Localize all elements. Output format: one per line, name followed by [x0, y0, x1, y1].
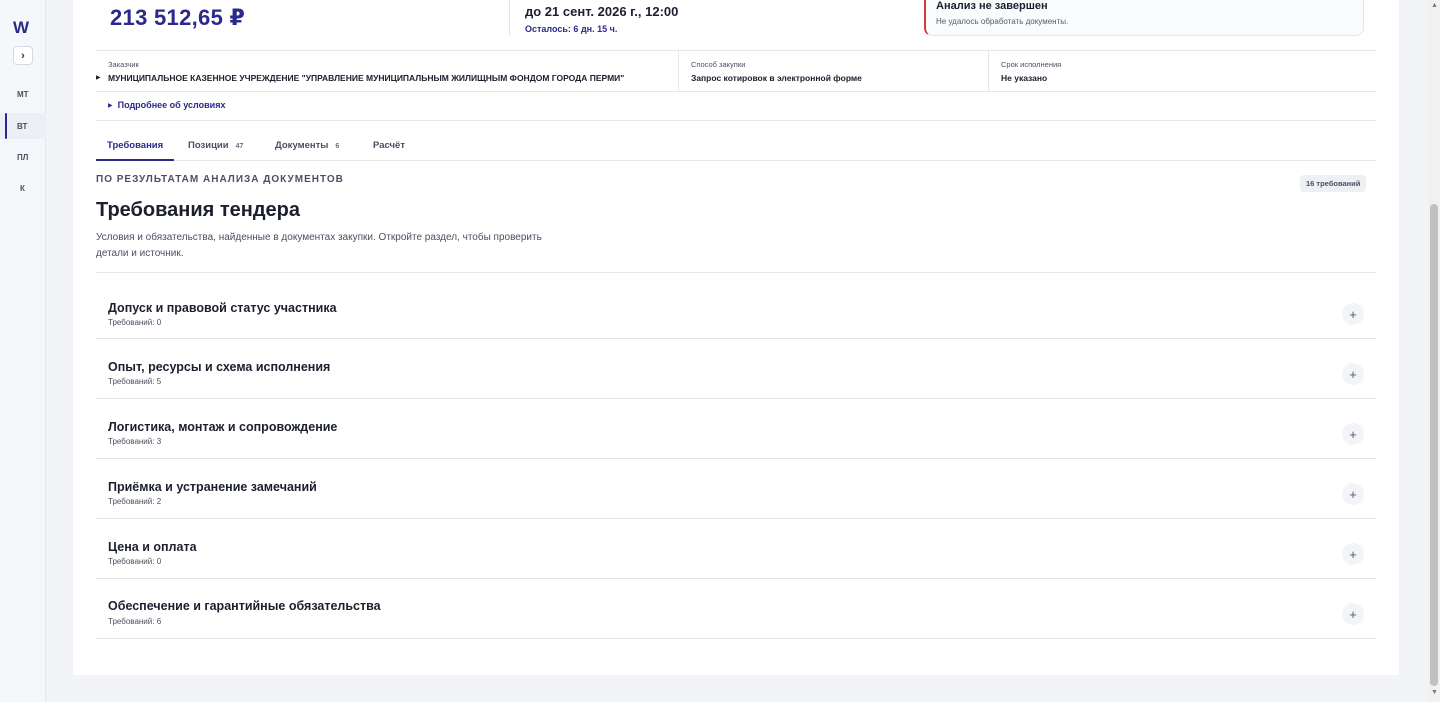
expand-plus-icon[interactable]: + [1342, 303, 1364, 325]
term-label: Срок исполнения [1001, 60, 1062, 69]
scroll-up-arrow-icon[interactable]: ▲ [1431, 2, 1438, 9]
tab-label: Требования [107, 140, 164, 151]
expand-plus-icon[interactable]: + [1342, 423, 1364, 445]
accordion-title: Допуск и правовой статус участника [108, 301, 337, 315]
sidebar-item-label: К [20, 184, 25, 193]
scroll-down-arrow-icon[interactable]: ▼ [1431, 689, 1438, 696]
submission-deadline: до 21 сент. 2026 г., 12:00 [525, 4, 679, 19]
accordion-item[interactable]: Допуск и правовой статус участника Требо… [96, 273, 1376, 339]
tab-label: Расчёт [373, 140, 405, 151]
tender-info-row: Заказчик ▶ МУНИЦИПАЛЬНОЕ КАЗЕННОЕ УЧРЕЖД… [96, 50, 1376, 92]
divider [96, 120, 1376, 121]
analysis-alert: Анализ не завершен Не удалось обработать… [924, 0, 1364, 36]
sidebar-item-vt[interactable]: ВТ [0, 113, 46, 139]
tender-price: 213 512,65 ₽ [110, 5, 246, 30]
customer-name: МУНИЦИПАЛЬНОЕ КАЗЕННОЕ УЧРЕЖДЕНИЕ "УПРАВ… [108, 73, 625, 83]
expand-plus-icon[interactable]: + [1342, 363, 1364, 385]
sidebar-item-label: ПЛ [17, 153, 29, 162]
expand-triangle-icon: ▶ [96, 75, 101, 81]
divider [509, 0, 510, 36]
accordion-title: Опыт, ресурсы и схема исполнения [108, 360, 331, 374]
expand-plus-icon[interactable]: + [1342, 603, 1364, 625]
requirements-accordion: Допуск и правовой статус участника Требо… [96, 272, 1376, 639]
expand-plus-icon[interactable]: + [1342, 543, 1364, 565]
tab-bar: Требования Позиции 47 Документы 6 Расчёт [96, 131, 1376, 161]
accordion-subtitle: Требований: 0 [108, 318, 162, 327]
app-logo[interactable]: W [13, 18, 29, 38]
alert-title: Анализ не завершен [936, 0, 1048, 12]
accordion-item[interactable]: Цена и оплата Требований: 0 + [96, 519, 1376, 579]
expand-plus-icon[interactable]: + [1342, 483, 1364, 505]
sidebar-item-pl[interactable]: ПЛ [0, 153, 46, 165]
sidebar-item-label: МТ [17, 90, 29, 99]
scroll-thumb[interactable] [1430, 204, 1438, 686]
tab-calculation[interactable]: Расчёт [373, 131, 405, 161]
tab-label: Позиции [188, 140, 229, 151]
sidebar: W › МТ ВТ ПЛ К [0, 0, 46, 702]
main-panel: 213 512,65 ₽ до 21 сент. 2026 г., 12:00 … [73, 0, 1399, 675]
more-conditions-label: Подробнее об условиях [117, 100, 226, 110]
accordion-item[interactable]: Приёмка и устранение замечаний Требовани… [96, 459, 1376, 519]
tab-count: 6 [335, 143, 340, 150]
tab-documents[interactable]: Документы 6 [275, 131, 339, 161]
more-conditions-toggle[interactable]: ▶ Подробнее об условиях [108, 100, 225, 110]
page-title: Требования тендера [96, 199, 301, 221]
tab-label: Документы [275, 140, 329, 151]
customer-value[interactable]: ▶ МУНИЦИПАЛЬНОЕ КАЗЕННОЕ УЧРЕЖДЕНИЕ "УПР… [96, 73, 625, 83]
sidebar-item-label: ВТ [17, 122, 28, 131]
method-value: Запрос котировок в электронной форме [691, 73, 862, 83]
page-description: Условия и обязательства, найденные в док… [96, 232, 542, 259]
accordion-subtitle: Требований: 6 [108, 617, 162, 626]
tab-positions[interactable]: Позиции 47 [188, 131, 243, 161]
accordion-title: Логистика, монтаж и сопровождение [108, 420, 338, 434]
section-kicker: ПО РЕЗУЛЬТАТАМ АНАЛИЗА ДОКУМЕНТОВ [96, 174, 344, 185]
accordion-subtitle: Требований: 2 [108, 497, 162, 506]
sidebar-item-k[interactable]: К [0, 184, 46, 196]
customer-cell: Заказчик ▶ МУНИЦИПАЛЬНОЕ КАЗЕННОЕ УЧРЕЖД… [96, 51, 678, 91]
alert-text: Не удалось обработать документы. [936, 17, 1069, 26]
customer-label: Заказчик [108, 60, 139, 69]
time-remaining: Осталось: 6 дн. 15 ч. [525, 24, 618, 34]
accordion-title: Приёмка и устранение замечаний [108, 480, 317, 494]
tab-requirements[interactable]: Требования [96, 131, 174, 161]
execution-term-cell: Срок исполнения Не указано [988, 51, 1376, 91]
accordion-item[interactable]: Обеспечение и гарантийные обязательства … [96, 579, 1376, 639]
term-value: Не указано [1001, 73, 1048, 83]
sidebar-item-mt[interactable]: МТ [0, 90, 46, 102]
accordion-item[interactable]: Логистика, монтаж и сопровождение Требов… [96, 399, 1376, 459]
procurement-method-cell: Способ закупки Запрос котировок в электр… [678, 51, 988, 91]
tab-count: 47 [235, 143, 244, 150]
accordion-title: Цена и оплата [108, 540, 197, 554]
vertical-scrollbar[interactable]: ▲ ▼ [1428, 0, 1440, 702]
accordion-item[interactable]: Опыт, ресурсы и схема исполнения Требова… [96, 339, 1376, 399]
accordion-subtitle: Требований: 3 [108, 437, 162, 446]
sidebar-expand-button[interactable]: › [13, 46, 33, 65]
method-label: Способ закупки [691, 60, 746, 69]
expand-triangle-icon: ▶ [108, 103, 113, 109]
accordion-title: Обеспечение и гарантийные обязательства [108, 599, 381, 613]
requirements-count-badge: 16 требований [1300, 175, 1367, 192]
accordion-subtitle: Требований: 5 [108, 377, 162, 386]
accordion-subtitle: Требований: 0 [108, 557, 162, 566]
